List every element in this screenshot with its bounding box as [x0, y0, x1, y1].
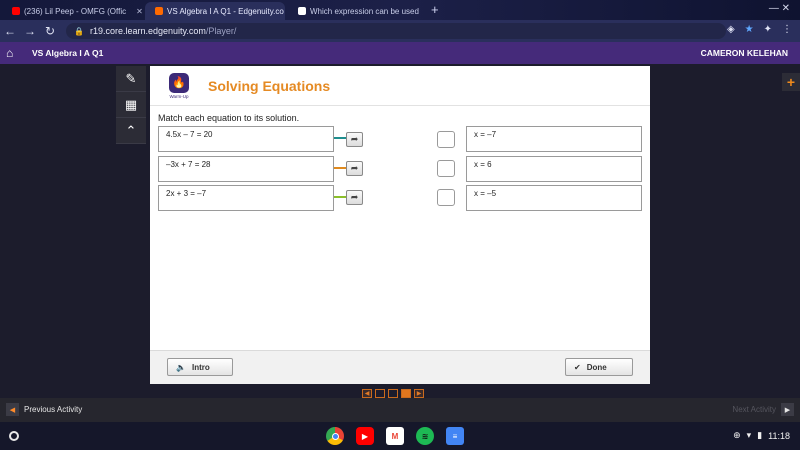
next-activity-label: Next Activity: [732, 405, 776, 414]
solution-box[interactable]: x = –7: [466, 126, 642, 152]
speaker-icon: 🔈: [176, 362, 186, 372]
activity-nav-bar: ◀ Previous Activity Next Activity ▶: [0, 398, 800, 422]
window-controls[interactable]: — ✕: [769, 3, 790, 14]
equation-box[interactable]: 4.5x – 7 = 20: [158, 126, 334, 152]
new-tab-button[interactable]: +: [431, 2, 439, 18]
equation-text: 4.5x – 7 = 20: [166, 130, 213, 139]
youtube-icon[interactable]: ▶: [356, 427, 374, 445]
tab-label: Which expression can be used: [310, 6, 419, 16]
badge-label: Warm-Up: [169, 93, 189, 99]
gmail-icon[interactable]: M: [386, 427, 404, 445]
connector-line: [334, 137, 346, 139]
page-dot[interactable]: [375, 389, 385, 398]
warm-up-badge: 🔥 Warm-Up: [168, 72, 190, 99]
solution-text: x = 6: [474, 160, 492, 169]
tab-label: VS Algebra I A Q1 - Edgenuity.co: [167, 6, 284, 16]
url-path: /Player/: [205, 26, 237, 36]
bookmark-star-icon[interactable]: ★: [745, 24, 754, 35]
prev-page-icon[interactable]: ◀: [362, 389, 372, 398]
drop-target[interactable]: [437, 189, 455, 206]
clock: 11:18: [768, 430, 790, 441]
connector-line: [334, 196, 346, 198]
match-arrow-button[interactable]: ➦: [346, 190, 363, 205]
next-activity-button[interactable]: Next Activity ▶: [732, 403, 794, 416]
calculator-icon[interactable]: ▦: [116, 92, 146, 118]
tools-sidebar: ✎ ▦ ⌃: [116, 66, 146, 144]
drop-target[interactable]: [437, 131, 455, 148]
course-title: VS Algebra I A Q1: [32, 48, 104, 58]
tab-question[interactable]: Which expression can be used ✕: [288, 2, 428, 20]
page-icon: [298, 7, 306, 15]
drop-target[interactable]: [437, 160, 455, 177]
add-icon: ⊕: [733, 430, 741, 440]
next-page-icon[interactable]: ▶: [414, 389, 424, 398]
activity-header: 🔥 Warm-Up Solving Equations: [150, 66, 650, 106]
docs-icon[interactable]: ≡: [446, 427, 464, 445]
plus-icon[interactable]: +: [782, 73, 800, 91]
course-header: ⌂ VS Algebra I A Q1 CAMERON KELEHAN: [0, 42, 800, 64]
flame-icon: 🔥: [169, 72, 189, 93]
youtube-icon: [12, 7, 20, 15]
back-icon[interactable]: ←: [0, 24, 20, 38]
edgenuity-icon: [155, 7, 163, 15]
lock-icon: 🔒: [74, 26, 84, 36]
page-dot-current[interactable]: [401, 389, 411, 398]
url-host: r19.core.learn.edgenuity.com: [89, 26, 206, 36]
chevron-left-icon: ◀: [6, 403, 19, 416]
user-name[interactable]: CAMERON KELEHAN: [701, 48, 788, 58]
os-shelf: ▶ M ≋ ≡ ⊕ ▾ ▮ 11:18: [0, 422, 800, 450]
launcher-icon[interactable]: [9, 431, 19, 441]
activity-title: Solving Equations: [208, 77, 331, 94]
wifi-icon: ▾: [746, 430, 752, 440]
browser-tab-strip: (236) Lil Peep - OMFG (Offic ✕ VS Algebr…: [0, 0, 800, 20]
solution-text: x = –7: [474, 130, 497, 139]
equation-box[interactable]: –3x + 7 = 28: [158, 156, 334, 182]
tab-edgenuity[interactable]: VS Algebra I A Q1 - Edgenuity.co ✕: [145, 2, 285, 20]
match-arrow-button[interactable]: ➦: [346, 132, 363, 147]
menu-icon[interactable]: ⋮: [782, 24, 792, 35]
previous-activity-label: Previous Activity: [24, 405, 83, 414]
address-bar-actions: ◈ ★ ✦ ⋮: [727, 24, 792, 35]
solution-box[interactable]: x = 6: [466, 156, 642, 182]
chrome-icon[interactable]: [326, 427, 344, 445]
spotify-icon[interactable]: ≋: [416, 427, 434, 445]
page-navigator: ◀ ▶: [362, 389, 424, 398]
system-tray[interactable]: ⊕ ▾ ▮ 11:18: [733, 430, 790, 441]
formula-icon[interactable]: ⌃: [116, 118, 146, 144]
solution-text: x = –5: [474, 189, 497, 198]
intro-label: Intro: [191, 362, 210, 372]
address-bar-row: ← → ↻ 🔒 r19.core.learn.edgenuity.com /Pl…: [0, 20, 800, 42]
pinned-apps: ▶ M ≋ ≡: [326, 427, 464, 445]
puzzle-icon[interactable]: ✦: [764, 24, 772, 35]
solution-box[interactable]: x = –5: [466, 185, 642, 211]
match-arrow-button[interactable]: ➦: [346, 161, 363, 176]
extension-icon[interactable]: ◈: [727, 24, 735, 35]
tab-youtube[interactable]: (236) Lil Peep - OMFG (Offic ✕: [2, 2, 142, 20]
connector-line: [334, 167, 346, 169]
forward-icon[interactable]: →: [20, 24, 40, 38]
battery-icon: ▮: [757, 430, 763, 440]
page-dot[interactable]: [388, 389, 398, 398]
pencil-icon[interactable]: ✎: [116, 66, 146, 92]
equation-text: 2x + 3 = –7: [166, 189, 207, 198]
done-label: Done: [586, 362, 607, 372]
previous-activity-button[interactable]: ◀ Previous Activity: [6, 403, 82, 416]
checkmark-icon: ✔: [574, 362, 581, 372]
chevron-right-icon: ▶: [781, 403, 794, 416]
equation-text: –3x + 7 = 28: [166, 160, 211, 169]
tab-label: (236) Lil Peep - OMFG (Offic: [24, 6, 127, 16]
close-icon[interactable]: ✕: [136, 7, 142, 16]
done-button[interactable]: ✔ Done: [565, 358, 633, 376]
home-icon[interactable]: ⌂: [6, 46, 24, 60]
instructions: Match each equation to its solution.: [158, 113, 300, 123]
intro-button[interactable]: 🔈 Intro: [167, 358, 233, 376]
equation-box[interactable]: 2x + 3 = –7: [158, 185, 334, 211]
reload-icon[interactable]: ↻: [40, 24, 60, 38]
url-field[interactable]: 🔒 r19.core.learn.edgenuity.com /Player/: [66, 23, 726, 39]
